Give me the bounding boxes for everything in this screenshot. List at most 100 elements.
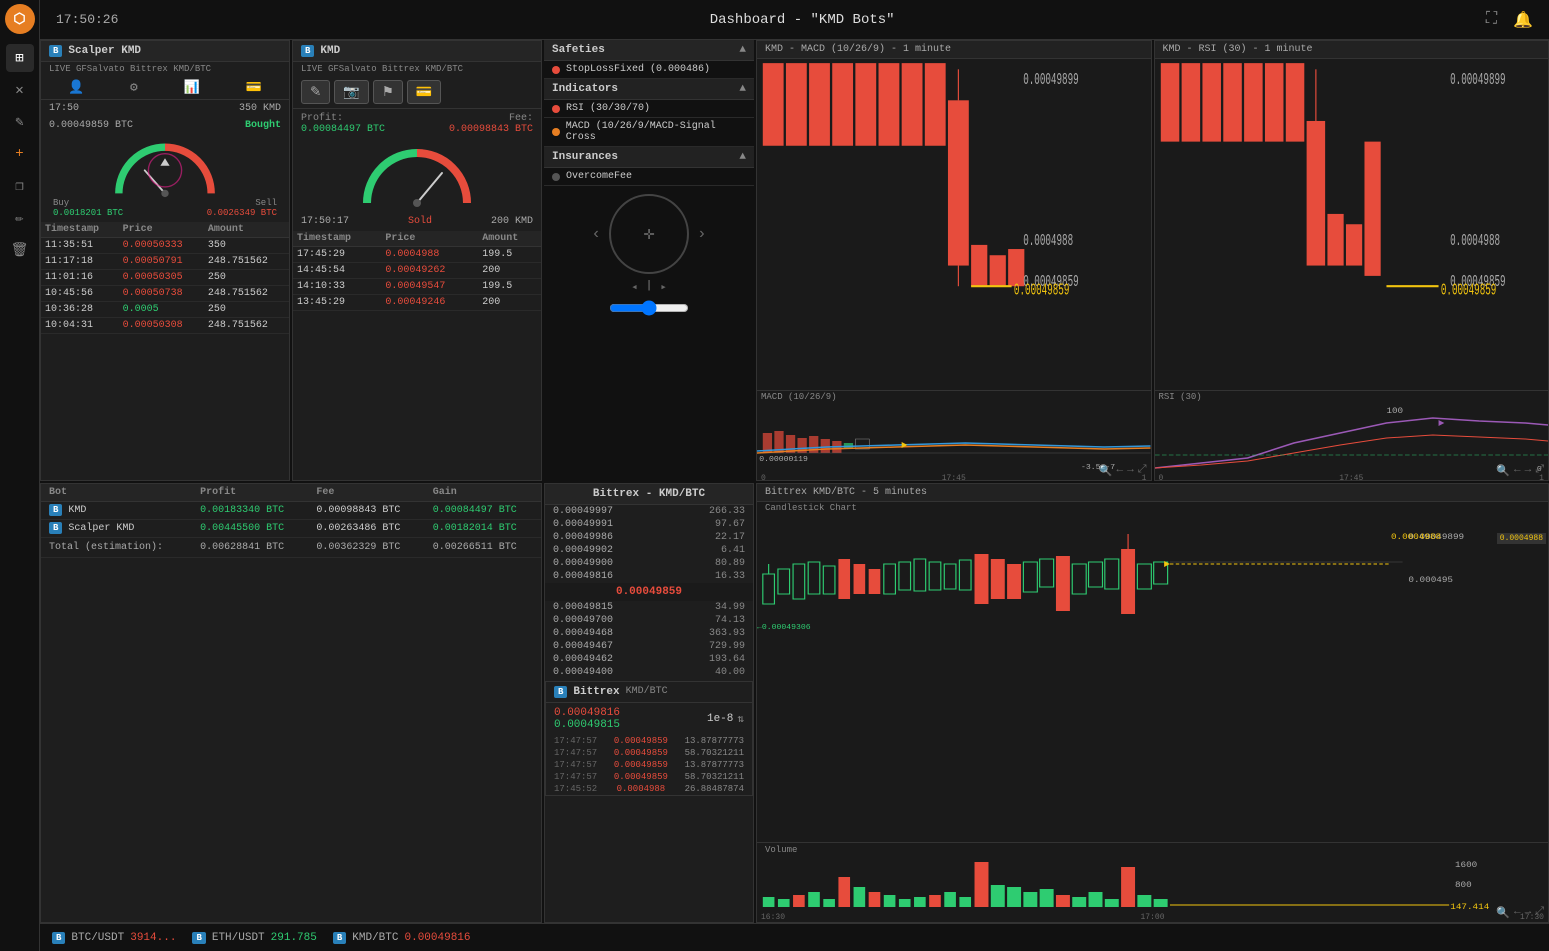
- scalper-icon-settings[interactable]: ⚙: [130, 80, 138, 95]
- gauge-btc-vals: 0.0018201 BTC 0.0026349 BTC: [45, 208, 285, 218]
- trade-amount: 250: [204, 302, 289, 318]
- recent-trade-row: 17:45:52 0.0004988 26.88487874: [546, 783, 752, 795]
- sidebar-icon-pen[interactable]: ✏: [6, 204, 34, 232]
- trade-price: 0.00050791: [119, 254, 204, 270]
- sidebar-icon-copy[interactable]: ❐: [6, 172, 34, 200]
- overcome-fee-item: OvercomeFee: [544, 168, 754, 186]
- kmd-btn-wallet[interactable]: 💳: [407, 80, 442, 104]
- exchange-recent-trades: 17:47:57 0.00049859 13.87877773 17:47:57…: [546, 735, 752, 795]
- safeties-collapse[interactable]: ▲: [739, 44, 746, 56]
- rsi-expand[interactable]: ⤢: [1535, 464, 1544, 478]
- gauge-values: Buy Sell: [45, 198, 285, 208]
- kmd-trade-row: 14:10:33 0.00049547 199.5: [293, 279, 541, 295]
- exchange-price-block: 0.00049816 0.00049815: [554, 707, 620, 731]
- scalper-title: Scalper KMD: [68, 45, 141, 57]
- stop-loss-label: StopLossFixed (0.000486): [566, 64, 710, 75]
- rsi-sub-area: RSI (30) 100 0 0 17:45 1: [1155, 390, 1549, 480]
- arrow-left-icon[interactable]: ←: [1116, 464, 1123, 478]
- nav-arrows-v: ◂ | ▸: [631, 280, 667, 294]
- exchange-arrows[interactable]: ⇅: [737, 712, 744, 726]
- status-label: ETH/USDT: [212, 932, 265, 944]
- rsi-arrow-left[interactable]: ←: [1514, 464, 1521, 478]
- trade-time: 10:45:56: [41, 286, 119, 302]
- nav-circle: ✛: [609, 194, 689, 274]
- kmd-trade-price: 0.0004988: [381, 247, 478, 263]
- rsi-time-labels: 0 17:45 1: [1155, 473, 1549, 481]
- macd-time-0: 0: [761, 474, 766, 481]
- sidebar-icon-edit[interactable]: ✎: [6, 108, 34, 136]
- summary-table: Bot Profit Fee Gain B KMD 0.00183340 BTC…: [41, 484, 541, 558]
- nav-left[interactable]: ‹: [591, 225, 601, 243]
- status-ticker-item[interactable]: B KMD/BTC 0.00049816: [333, 932, 471, 944]
- kmd-col-price: Price: [381, 231, 478, 247]
- kmd-btn-photo[interactable]: 📷: [334, 80, 369, 104]
- rsi-zoom-icon[interactable]: 🔍: [1496, 464, 1510, 478]
- vol-expand[interactable]: ⤢: [1535, 906, 1544, 920]
- exchange-badge: B: [554, 686, 567, 698]
- sidebar-icon-dashboard[interactable]: ⊞: [6, 44, 34, 72]
- trade-amount: 248.751562: [204, 318, 289, 334]
- macd-sub-label: MACD (10/26/9): [757, 391, 1151, 403]
- fee-label: Fee:: [509, 113, 533, 124]
- sidebar-icon-delete[interactable]: 🗑: [6, 236, 34, 264]
- svg-text:800: 800: [1455, 881, 1472, 890]
- bot-fee: 0.00263486 BTC: [308, 519, 424, 537]
- nav-right[interactable]: ›: [697, 225, 707, 243]
- gauge-svg: [105, 138, 225, 198]
- kmd-trade-time: 13:45:29: [293, 295, 381, 311]
- bell-icon[interactable]: 🔔: [1513, 10, 1533, 30]
- sidebar-icon-close[interactable]: ✕: [6, 76, 34, 104]
- gauge-right: Sell: [255, 198, 277, 208]
- trade-price: 0.00050738: [119, 286, 204, 302]
- col-bot: Bot: [41, 484, 192, 502]
- screen-icon[interactable]: ⛶: [1486, 10, 1497, 30]
- exchange-unit-val: 1e-8: [707, 713, 733, 725]
- scroll-mid[interactable]: |: [646, 280, 653, 294]
- map-nav: ‹ ✛ › ◂ | ▸: [544, 186, 754, 324]
- rt-amount: 26.88487874: [685, 784, 744, 794]
- vol-right[interactable]: →: [1525, 906, 1532, 920]
- btc-chart-panel: Bittrex KMD/BTC - 5 minutes Candlestick …: [756, 483, 1549, 924]
- bot-name: B Scalper KMD: [41, 519, 192, 537]
- bot-gain: 0.00182014 BTC: [425, 519, 541, 537]
- scalper-badge: B: [49, 45, 62, 57]
- zoom-in-icon[interactable]: 🔍: [1099, 464, 1113, 478]
- kmd-trades-body: 17:45:29 0.0004988 199.5 14:45:54 0.0004…: [293, 247, 541, 311]
- kmd-trade-time: 14:10:33: [293, 279, 381, 295]
- insurances-section: Insurances ▲: [544, 147, 754, 168]
- trade-amount: 250: [204, 270, 289, 286]
- nav-slider[interactable]: [609, 300, 689, 316]
- kmd-btn-edit[interactable]: ✎: [301, 80, 330, 104]
- scalper-icon-wallet[interactable]: 💳: [246, 80, 262, 95]
- fee-val: 0.00098843 BTC: [449, 124, 533, 135]
- status-value: 291.785: [271, 932, 317, 944]
- total-gain: 0.00266511 BTC: [425, 537, 541, 557]
- kmd-btn-flag[interactable]: ⚑: [373, 80, 403, 104]
- expand-icon[interactable]: ⤢: [1138, 464, 1147, 478]
- arrow-right-icon[interactable]: →: [1127, 464, 1134, 478]
- insurances-collapse[interactable]: ▲: [739, 151, 746, 163]
- indicators-collapse[interactable]: ▲: [739, 83, 746, 95]
- overcome-dot: [552, 173, 560, 181]
- svg-text:0.00049859: 0.00049859: [1014, 282, 1069, 301]
- scalper-trade-row: 11:01:16 0.00050305 250: [41, 270, 289, 286]
- scroll-left[interactable]: ◂: [631, 280, 638, 294]
- sidebar-icon-add[interactable]: +: [6, 140, 34, 168]
- status-ticker-item[interactable]: B ETH/USDT 291.785: [192, 932, 316, 944]
- scalper-trade-row: 10:36:28 0.0005 250: [41, 302, 289, 318]
- scroll-right[interactable]: ▸: [660, 280, 667, 294]
- bid-row: 0.00049400 40.00: [545, 666, 753, 679]
- rt-time: 17:47:57: [554, 748, 597, 758]
- scalper-icon-user[interactable]: 👤: [68, 80, 84, 95]
- trade-price: 0.00050305: [119, 270, 204, 286]
- vol-left[interactable]: ←: [1514, 906, 1521, 920]
- svg-text:0.0004988: 0.0004988: [1391, 532, 1441, 541]
- vol-zoom[interactable]: 🔍: [1496, 906, 1510, 920]
- scalper-icon-chart[interactable]: 📊: [184, 80, 200, 95]
- rt-amount: 13.87877773: [685, 736, 744, 746]
- rsi-candle-svg: 0.00049899 0.0004988 0.00049859 0.000498…: [1155, 59, 1549, 390]
- status-ticker-item[interactable]: B BTC/USDT 3914...: [52, 932, 176, 944]
- recent-trade-row: 17:47:57 0.00049859 58.70321211: [546, 771, 752, 783]
- scalper-status: Bought: [245, 120, 281, 131]
- rsi-arrow-right[interactable]: →: [1525, 464, 1532, 478]
